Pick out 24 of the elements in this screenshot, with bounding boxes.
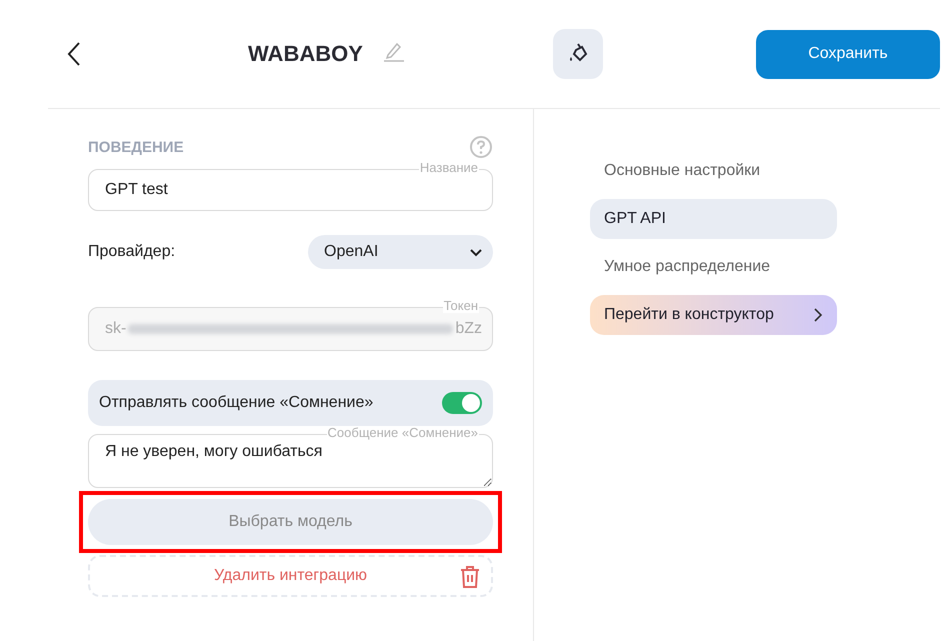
toggle-label: Отправлять сообщение «Сомнение» xyxy=(99,394,374,412)
field-label: Токен xyxy=(442,299,479,313)
section-title: ПОВЕДЕНИЕ xyxy=(88,138,184,156)
chevron-right-icon xyxy=(813,307,823,323)
pencil-icon xyxy=(382,40,405,62)
nav-item[interactable]: GPT API xyxy=(590,199,837,239)
token-prefix: sk- xyxy=(105,320,126,338)
trash-icon xyxy=(459,565,481,589)
provider-label: Провайдер: xyxy=(88,243,176,261)
edit-title-button[interactable] xyxy=(382,40,405,62)
save-button[interactable]: Сохранить xyxy=(756,30,940,78)
back-icon xyxy=(66,40,82,68)
help-icon[interactable] xyxy=(469,135,493,159)
nav-item[interactable]: Основные настройки xyxy=(590,151,837,191)
nav-item[interactable]: Умное распределение xyxy=(590,247,837,287)
provider-dropdown[interactable]: OpenAI xyxy=(308,235,493,269)
delete-integration-button[interactable]: Удалить интеграцию xyxy=(88,555,493,597)
constructor-link[interactable]: Перейти в конструктор xyxy=(590,295,837,335)
page-title: WABABOY xyxy=(248,41,363,67)
paint-bucket-button[interactable] xyxy=(552,29,603,79)
token-suffix: bZz xyxy=(455,320,482,338)
toggle-switch[interactable] xyxy=(442,392,482,414)
select-model-button[interactable]: Выбрать модель xyxy=(88,499,493,545)
back-button[interactable] xyxy=(66,40,82,68)
